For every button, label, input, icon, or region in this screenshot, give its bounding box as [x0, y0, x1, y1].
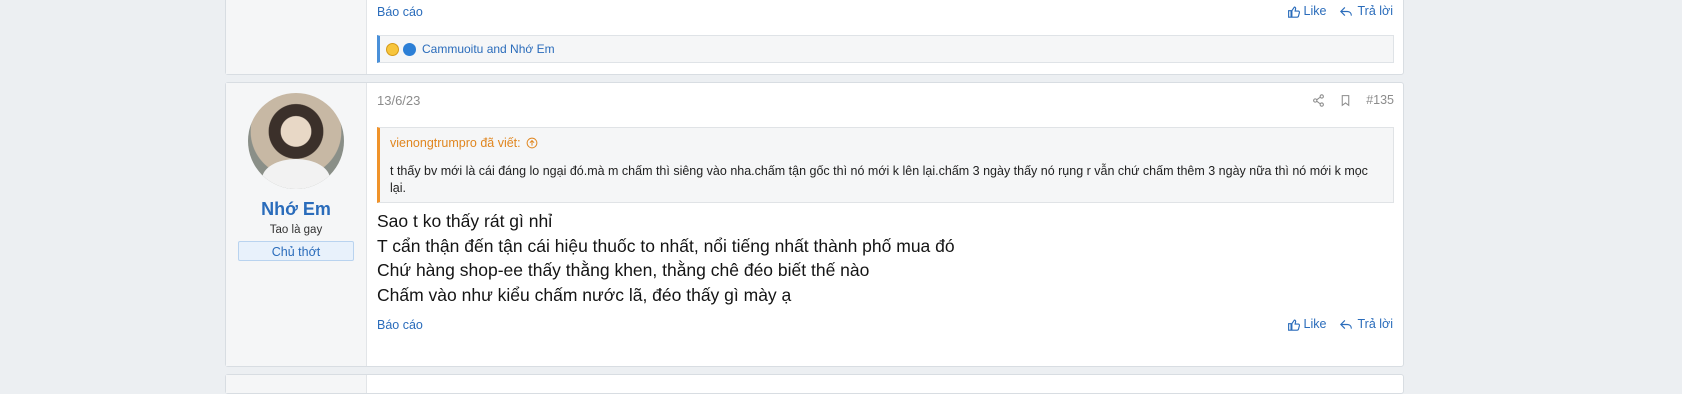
reply-button[interactable]: Trả lời: [1340, 4, 1393, 18]
forum-post: Nhớ Em Tao là gay Chủ thớt 13/6/23 #135 …: [225, 82, 1404, 367]
username[interactable]: Nhớ Em: [226, 199, 366, 220]
laugh-reaction-icon: [386, 42, 399, 56]
post-actions: Like Trả lời: [1287, 317, 1393, 331]
user-banner: Chủ thớt: [238, 241, 354, 261]
post-actions: Like Trả lời: [1287, 4, 1393, 18]
quote-header[interactable]: vienongtrumpro đã viết:: [390, 136, 538, 150]
message-line: Chứ hàng shop-ee thấy thằng khen, thằng …: [377, 260, 870, 280]
thumbs-up-icon: [1287, 318, 1300, 331]
post-date[interactable]: 13/6/23: [377, 93, 420, 108]
user-cell: [226, 375, 367, 393]
quote-author: vienongtrumpro đã viết:: [390, 136, 521, 150]
quote-text: t thấy bv mới là cái đáng lo ngại đó.mà …: [390, 164, 1368, 195]
message-line: T cẩn thận đến tận cái hiệu thuốc to nhấ…: [377, 235, 955, 256]
share-icon[interactable]: [1312, 93, 1325, 107]
like-label: Like: [1303, 4, 1327, 18]
reply-icon: [1340, 319, 1353, 329]
reply-icon: [1340, 6, 1353, 16]
thumbs-up-icon: [1287, 5, 1300, 18]
report-link[interactable]: Báo cáo: [377, 5, 423, 19]
message-line: Sao t ko thấy rát gì nhỉ: [377, 211, 553, 231]
user-cell: [226, 0, 367, 74]
next-post: [225, 374, 1404, 394]
post-message: Sao t ko thấy rát gì nhỉ T cẩn thận đến …: [377, 209, 955, 307]
previous-post: Báo cáo Like Trả lời Cammuoitu and Nhớ E…: [225, 0, 1404, 75]
bookmark-icon[interactable]: [1339, 94, 1352, 107]
quote-block: vienongtrumpro đã viết: t thấy bv mới là…: [377, 127, 1394, 203]
reactions-bar[interactable]: Cammuoitu and Nhớ Em: [377, 35, 1394, 63]
like-label: Like: [1303, 317, 1327, 331]
arrow-up-circle-icon: [526, 137, 538, 149]
reply-label: Trả lời: [1357, 4, 1393, 18]
like-reaction-icon: [403, 42, 416, 56]
reply-label: Trả lời: [1357, 317, 1393, 331]
like-button[interactable]: Like: [1287, 317, 1327, 331]
message-line: Chấm vào như kiểu chấm nước lã, đéo thấy…: [377, 284, 792, 305]
user-cell: Nhớ Em Tao là gay Chủ thớt: [226, 83, 367, 366]
post-number[interactable]: #135: [1366, 93, 1394, 107]
reactions-list[interactable]: Cammuoitu and Nhớ Em: [422, 42, 555, 56]
like-button[interactable]: Like: [1287, 4, 1327, 18]
post-tools: #135: [1312, 93, 1394, 107]
reply-button[interactable]: Trả lời: [1340, 317, 1393, 331]
report-link[interactable]: Báo cáo: [377, 318, 423, 332]
avatar[interactable]: [248, 93, 344, 189]
user-title: Tao là gay: [269, 224, 323, 236]
